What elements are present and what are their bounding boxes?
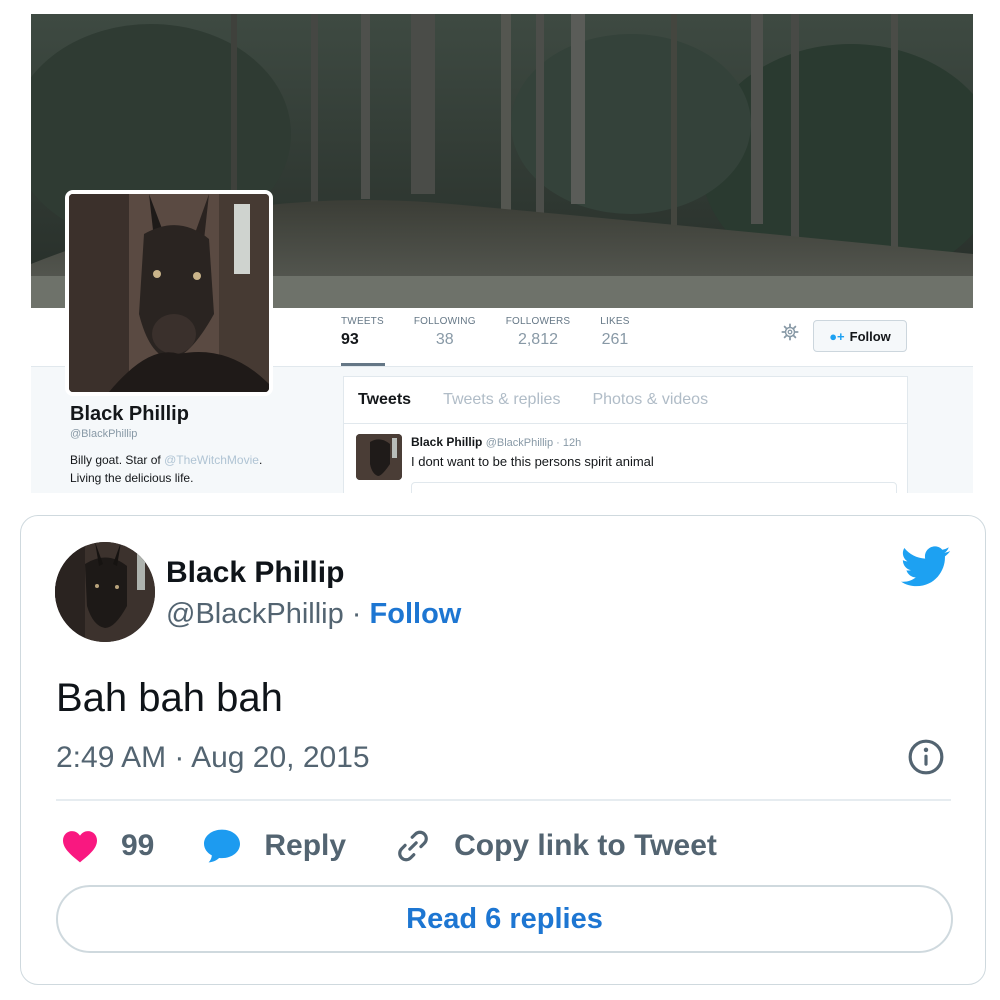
tweet-media-preview[interactable] xyxy=(411,482,897,493)
heart-icon xyxy=(63,831,97,863)
stat-likes[interactable]: LIKES 261 xyxy=(600,316,629,360)
divider xyxy=(56,799,951,801)
tweet-text: I dont want to be this persons spirit an… xyxy=(411,454,654,469)
profile-screenshot: TWEETS 93 FOLLOWING 38 FOLLOWERS 2,812 L… xyxy=(31,14,973,493)
stat-followers[interactable]: FOLLOWERS 2,812 xyxy=(506,316,571,360)
info-icon[interactable] xyxy=(907,738,945,776)
like-action[interactable]: 99 xyxy=(61,829,154,863)
tab-photos-videos[interactable]: Photos & videos xyxy=(592,391,708,409)
like-count: 99 xyxy=(121,829,155,862)
author-handle[interactable]: @BlackPhillip xyxy=(166,598,344,630)
profile-name: Black Phillip xyxy=(70,403,189,425)
link-icon xyxy=(398,830,428,862)
profile-handle: @BlackPhillip xyxy=(70,428,138,440)
stat-tweets[interactable]: TWEETS 93 xyxy=(341,316,385,366)
gear-icon[interactable] xyxy=(781,323,799,341)
tweet-actions: 99 Reply Copy link to Tweet xyxy=(61,821,765,871)
timeline-tabs: Tweets Tweets & replies Photos & videos xyxy=(344,377,907,424)
timeline-panel: Tweets Tweets & replies Photos & videos … xyxy=(343,376,908,493)
author-handle-line: @BlackPhillip · Follow xyxy=(166,598,462,630)
reply-action[interactable]: Reply xyxy=(202,828,346,864)
profile-avatar[interactable] xyxy=(65,190,273,396)
tweet-body: Bah bah bah xyxy=(56,676,283,720)
tab-tweets[interactable]: Tweets xyxy=(358,391,411,409)
tweet-header: Black Phillip @BlackPhillip · 12h xyxy=(411,435,582,449)
bio-mention-link[interactable]: @TheWitchMovie xyxy=(164,453,259,467)
tweet-timestamp[interactable]: 2:49 AM · Aug 20, 2015 xyxy=(56,741,370,775)
profile-follow-button[interactable]: ●+ Follow xyxy=(813,320,907,352)
reply-bubble-icon xyxy=(204,829,241,863)
embedded-tweet-card: Black Phillip @BlackPhillip · Follow Bah… xyxy=(20,515,986,985)
profile-bio: Billy goat. Star of @TheWitchMovie. Livi… xyxy=(70,453,263,485)
timeline-tweet[interactable]: Black Phillip @BlackPhillip · 12h I dont… xyxy=(344,424,907,493)
tab-tweets-replies[interactable]: Tweets & replies xyxy=(443,391,560,409)
tweet-avatar[interactable] xyxy=(356,434,402,480)
twitter-bird-icon[interactable] xyxy=(901,546,951,588)
avatar[interactable] xyxy=(55,542,155,642)
add-person-icon: ●+ xyxy=(829,328,845,344)
read-replies-button[interactable]: Read 6 replies xyxy=(56,885,953,953)
profile-stats: TWEETS 93 FOLLOWING 38 FOLLOWERS 2,812 L… xyxy=(341,316,660,366)
follow-link[interactable]: Follow xyxy=(370,598,462,630)
author-name[interactable]: Black Phillip xyxy=(166,556,344,590)
copy-link-action[interactable]: Copy link to Tweet xyxy=(394,827,717,865)
stat-following[interactable]: FOLLOWING 38 xyxy=(414,316,476,360)
